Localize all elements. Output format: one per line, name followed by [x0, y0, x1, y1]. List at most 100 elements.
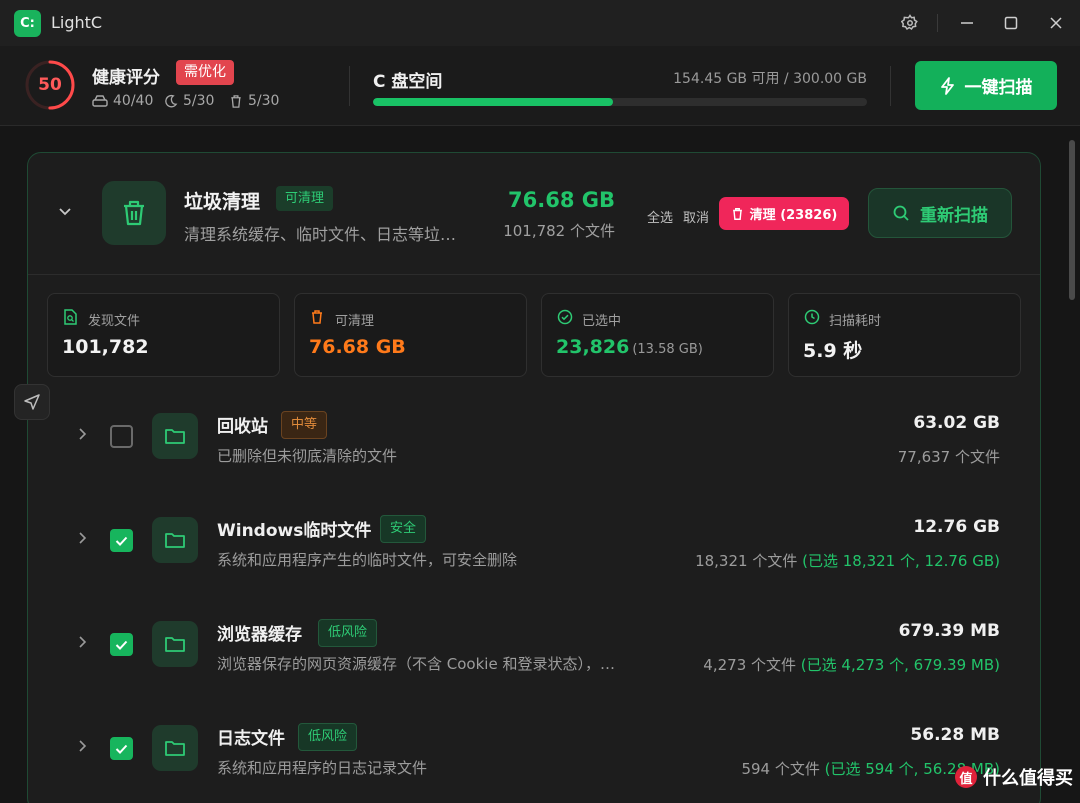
stat-found-files: 发现文件 101,782 [47, 293, 280, 377]
one-click-scan-button[interactable]: 一键扫描 [915, 61, 1057, 110]
search-icon [893, 205, 909, 221]
stat-number: 5.9 秒 [803, 340, 863, 362]
checkmark-icon [115, 744, 128, 754]
collapse-chevron-icon[interactable] [56, 203, 74, 225]
item-checkbox[interactable] [110, 737, 133, 760]
navigate-arrow-icon[interactable] [14, 384, 50, 420]
item-checkbox[interactable] [110, 529, 133, 552]
item-size: 63.02 GB [913, 413, 1000, 433]
file-search-icon [64, 309, 77, 325]
trash-icon [231, 94, 241, 108]
disk-usage-fill [373, 98, 613, 106]
app-title: LightC [51, 13, 103, 32]
file-count-text: 18,321 个文件 [695, 552, 803, 570]
stat-value: 5.9 秒 [803, 336, 862, 363]
settings-gear-icon[interactable] [897, 10, 923, 36]
header-divider [349, 66, 350, 106]
moon-icon [165, 94, 178, 107]
risk-badge: 中等 [281, 411, 328, 439]
close-icon[interactable] [1043, 10, 1069, 36]
risk-badge: 低风险 [298, 723, 358, 751]
stat-value: 23,826 (13.58 GB) [556, 336, 703, 358]
select-all-link[interactable]: 全选 [647, 207, 673, 226]
category-header: 垃圾清理 可清理 清理系统缓存、临时文件、日志等垃… 76.68 GB 101,… [28, 153, 1040, 275]
item-file-count: 18,321 个文件 (已选 18,321 个, 12.76 GB) [695, 550, 1000, 571]
disk-space-title: C 盘空间 [373, 72, 443, 92]
category-badge: 可清理 [276, 186, 334, 211]
category-description: 清理系统缓存、临时文件、日志等垃… [184, 225, 457, 244]
sleep-stat: 5/30 [163, 93, 214, 109]
scrollbar-thumb[interactable] [1069, 140, 1075, 300]
category-file-count: 101,782 个文件 [503, 222, 615, 240]
item-title: 回收站 [217, 417, 268, 437]
trash-icon [312, 310, 322, 324]
expand-chevron-icon[interactable] [74, 530, 90, 550]
stat-number: 101,782 [62, 336, 149, 358]
watermark-text: 什么值得买 [983, 768, 1073, 789]
expand-chevron-icon[interactable] [74, 634, 90, 654]
rescan-button-label: 重新扫描 [920, 205, 988, 226]
health-header: 50 健康评分 需优化 40/40 5/30 5/30 C 盘空间 154.45… [0, 46, 1080, 126]
scan-button-label: 一键扫描 [964, 78, 1033, 98]
folder-icon [152, 517, 198, 563]
stat-value: 101,782 [62, 336, 149, 358]
drive-icon [92, 95, 108, 107]
rescan-button[interactable]: 重新扫描 [868, 188, 1012, 238]
folder-icon [152, 725, 198, 771]
junk-clean-card: 垃圾清理 可清理 清理系统缓存、临时文件、日志等垃… 76.68 GB 101,… [27, 152, 1041, 803]
minimize-icon[interactable] [954, 10, 980, 36]
item-description: 已删除但未彻底清除的文件 [217, 447, 398, 465]
folder-icon [152, 621, 198, 667]
stat-value: 76.68 GB [309, 336, 406, 358]
item-row-browser-cache[interactable]: 浏览器缓存 低风险 浏览器保存的网页资源缓存（不含 Cookie 和登录状态），… [28, 609, 1040, 713]
stat-number: 76.68 GB [309, 336, 406, 358]
item-description: 浏览器保存的网页资源缓存（不含 Cookie 和登录状态），… [217, 655, 615, 673]
clean-button[interactable]: 清理 (23826) [719, 197, 849, 230]
lightning-icon [940, 76, 954, 95]
item-row-log-files[interactable]: 日志文件 低风险 系统和应用程序的日志记录文件 56.28 MB 594 个文件… [28, 713, 1040, 803]
stat-label: 扫描耗时 [829, 314, 882, 329]
maximize-icon[interactable] [998, 10, 1024, 36]
stat-cleanable: 可清理 76.68 GB [294, 293, 527, 377]
item-description: 系统和应用程序的日志记录文件 [217, 759, 428, 777]
stat-number: 23,826 [556, 336, 630, 358]
cancel-link[interactable]: 取消 [683, 207, 709, 226]
item-row-windows-temp[interactable]: Windows临时文件 安全 系统和应用程序产生的临时文件，可安全删除 12.7… [28, 505, 1040, 609]
disk-check-stat: 40/40 [92, 93, 153, 109]
category-title: 垃圾清理 [184, 191, 261, 213]
selected-text: (已选 18,321 个, 12.76 GB) [802, 552, 1000, 570]
selected-text: (已选 4,273 个, 679.39 MB) [800, 656, 1000, 674]
disk-check-value: 40/40 [113, 93, 154, 109]
stat-label: 发现文件 [88, 314, 141, 329]
item-size: 56.28 MB [910, 725, 1000, 745]
watermark: 值 什么值得买 [955, 764, 1073, 790]
disk-usage-bar [373, 98, 867, 106]
sleep-value: 5/30 [183, 93, 215, 109]
header-divider [890, 66, 891, 106]
risk-badge: 低风险 [318, 619, 378, 647]
item-title: 浏览器缓存 [217, 625, 302, 645]
folder-icon [152, 413, 198, 459]
item-checkbox[interactable] [110, 425, 133, 448]
clean-button-label: 清理 (23826) [749, 208, 838, 223]
check-circle-icon [557, 309, 573, 325]
expand-chevron-icon[interactable] [74, 426, 90, 446]
disk-space-info: 154.45 GB 可用 / 300.00 GB [673, 71, 867, 87]
file-count-text: 4,273 个文件 [703, 656, 801, 674]
main-content: 垃圾清理 可清理 清理系统缓存、临时文件、日志等垃… 76.68 GB 101,… [0, 127, 1080, 803]
checkmark-icon [115, 640, 128, 650]
expand-chevron-icon[interactable] [74, 738, 90, 758]
item-checkbox[interactable] [110, 633, 133, 656]
item-size: 12.76 GB [913, 517, 1000, 537]
item-title: Windows临时文件 [217, 521, 372, 541]
risk-badge: 安全 [380, 515, 427, 543]
category-size: 76.68 GB [508, 188, 615, 212]
trash-icon [732, 207, 742, 220]
item-row-recycle-bin[interactable]: 回收站 中等 已删除但未彻底清除的文件 63.02 GB 77,637 个文件 [28, 401, 1040, 505]
stat-sub-value: (13.58 GB) [632, 342, 703, 357]
item-size: 679.39 MB [898, 621, 1000, 641]
file-count-text: 594 个文件 [741, 760, 825, 778]
checkmark-icon [115, 536, 128, 546]
clock-icon [804, 309, 820, 325]
stat-selected: 已选中 23,826 (13.58 GB) [541, 293, 774, 377]
